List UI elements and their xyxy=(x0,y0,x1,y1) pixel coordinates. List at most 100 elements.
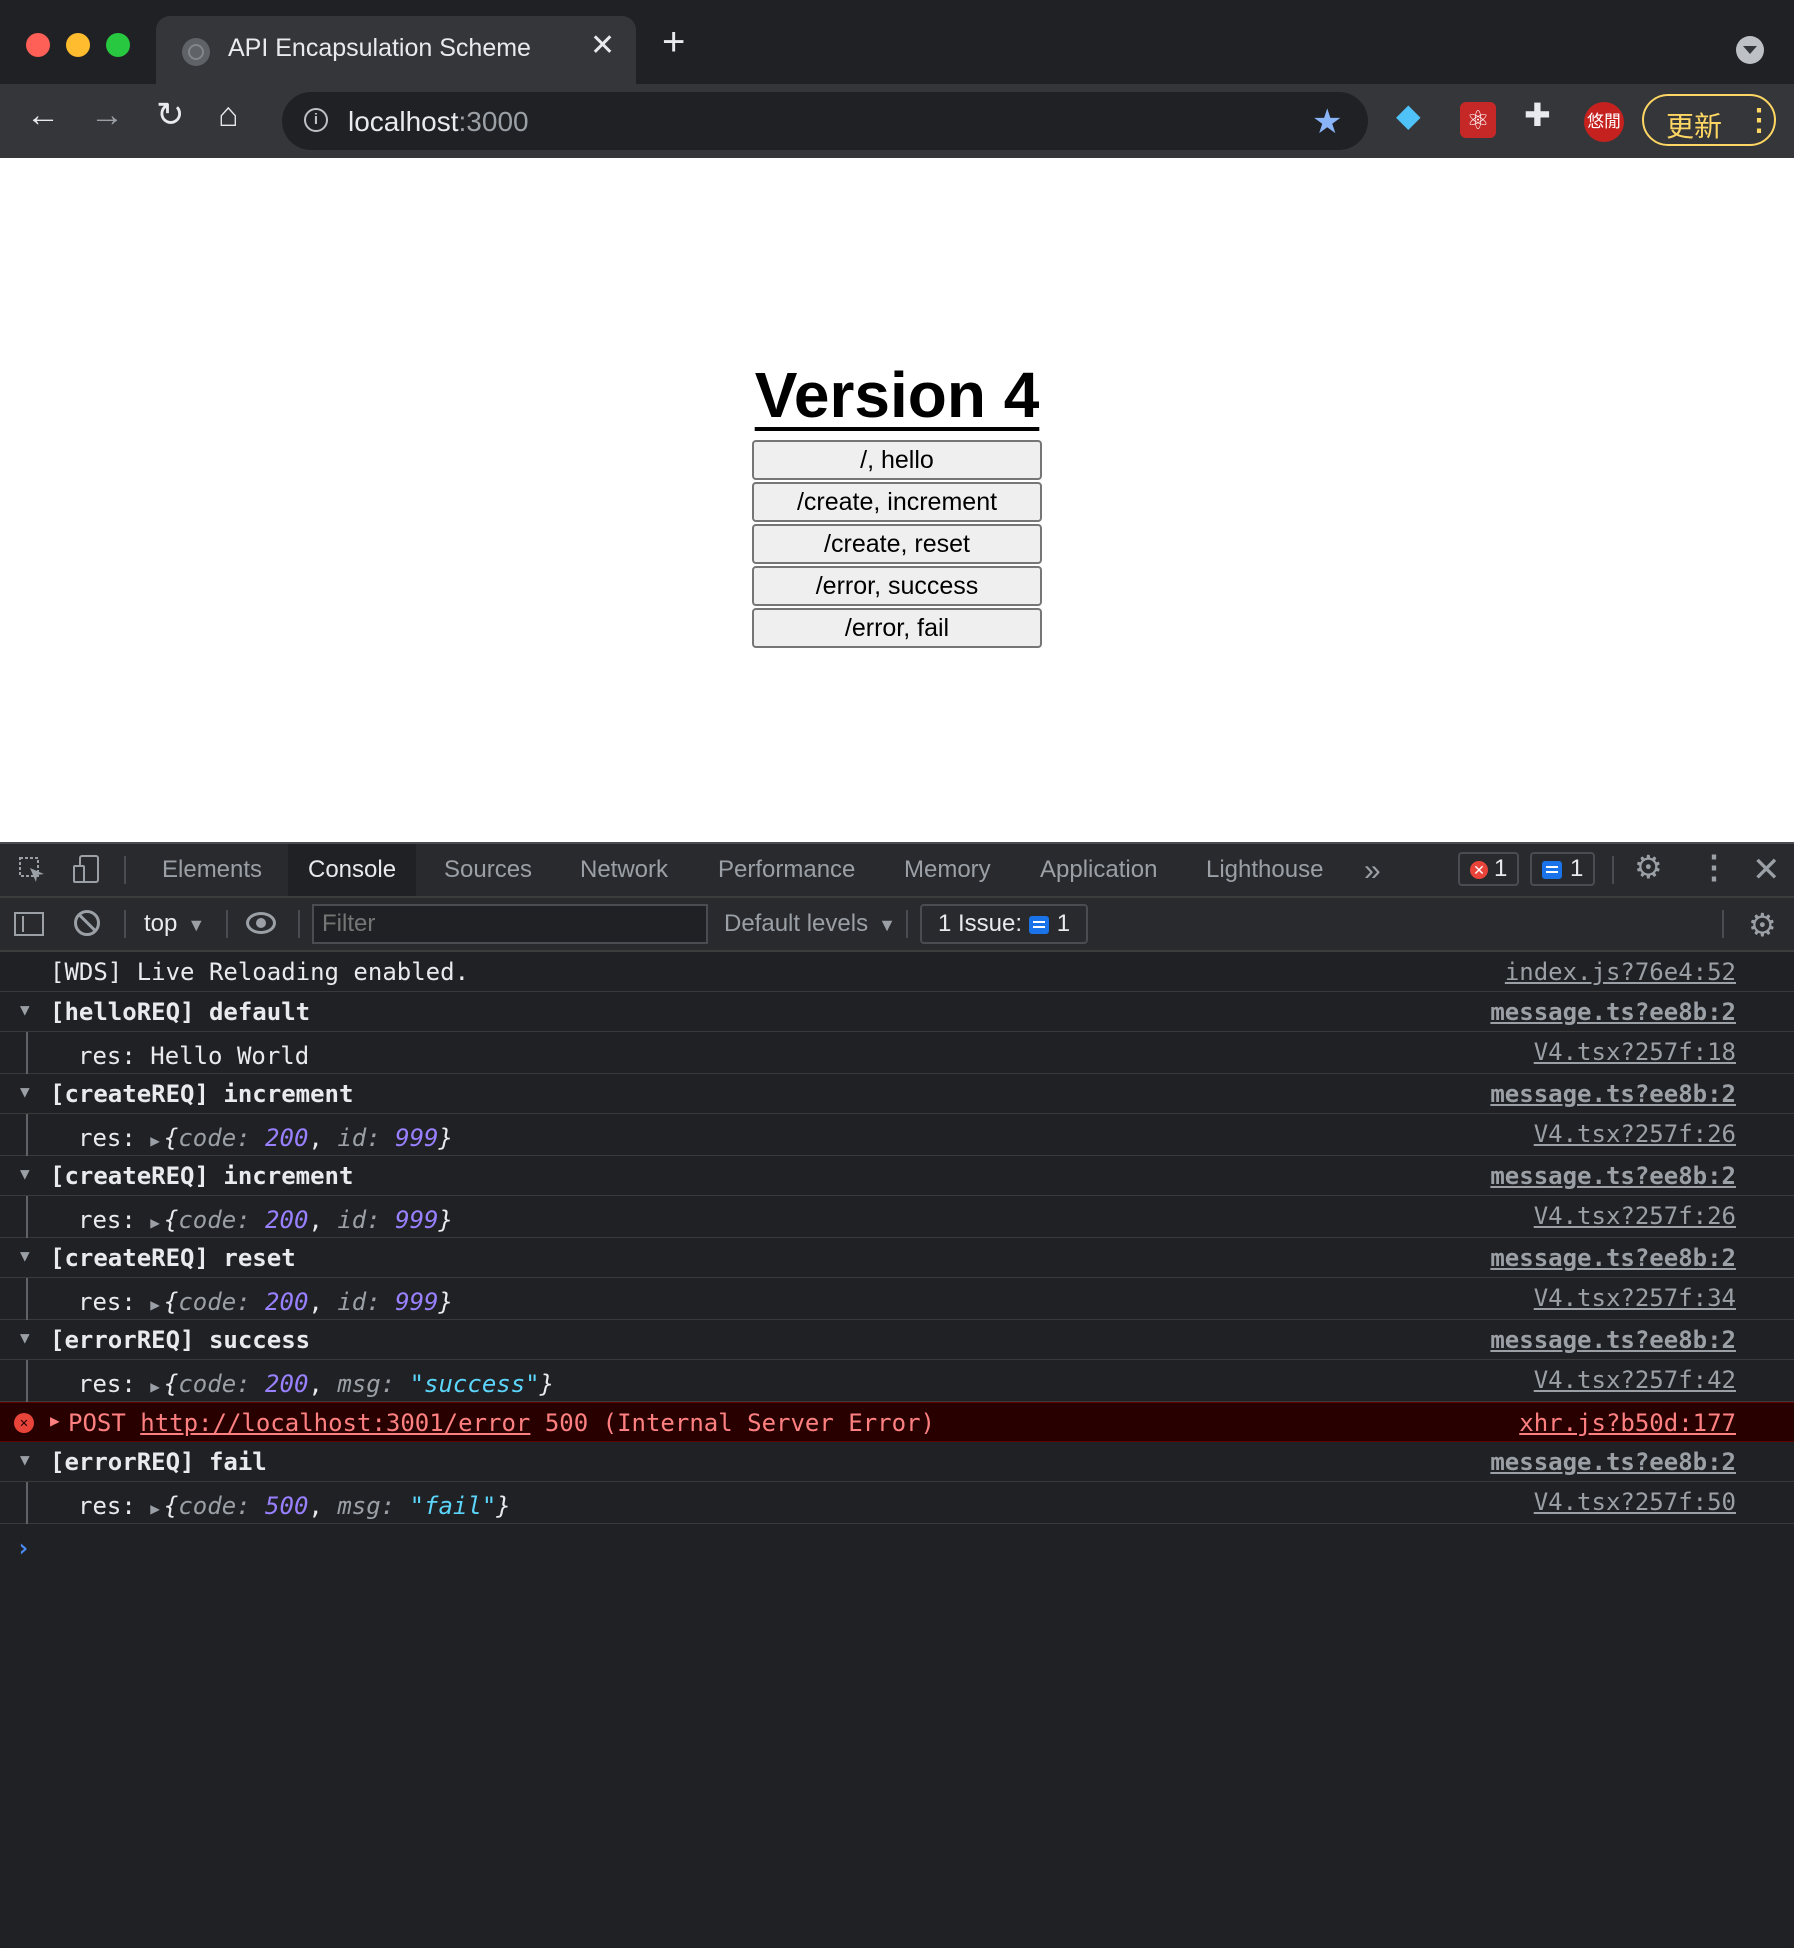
console-group-header[interactable]: ▼ [errorREQ] fail message.ts?ee8b:2 xyxy=(0,1442,1794,1482)
console-sidebar-icon[interactable] xyxy=(14,912,44,936)
filter-input[interactable] xyxy=(312,904,708,944)
tab-search-icon[interactable] xyxy=(1736,36,1764,64)
maximize-window-button[interactable] xyxy=(106,33,130,57)
tab-sources[interactable]: Sources xyxy=(424,844,552,896)
more-tabs-chevron-icon[interactable]: » xyxy=(1364,854,1381,888)
browser-window: API Encapsulation Scheme ✕ + ← → ↻ ⌂ i l… xyxy=(0,0,1794,1948)
live-expression-eye-icon[interactable] xyxy=(246,912,276,934)
console-group-header[interactable]: ▼ [createREQ] reset message.ts?ee8b:2 xyxy=(0,1238,1794,1278)
source-link[interactable]: V4.tsx?257f:26 xyxy=(1534,1202,1736,1230)
forward-arrow-icon[interactable]: → xyxy=(90,98,124,132)
create-increment-button[interactable]: /create, increment xyxy=(752,482,1042,522)
address-bar[interactable]: i localhost:3000 ★ xyxy=(282,92,1368,150)
tab-lighthouse[interactable]: Lighthouse xyxy=(1186,844,1343,896)
clear-console-icon[interactable] xyxy=(74,910,100,936)
source-link[interactable]: message.ts?ee8b:2 xyxy=(1490,998,1736,1026)
extensions-puzzle-icon[interactable]: ✚ xyxy=(1524,96,1564,136)
profile-avatar[interactable]: 悠閒 xyxy=(1584,102,1624,142)
source-link[interactable]: index.js?76e4:52 xyxy=(1505,958,1736,986)
source-link[interactable]: message.ts?ee8b:2 xyxy=(1490,1244,1736,1272)
device-toolbar-icon[interactable] xyxy=(72,854,100,884)
minimize-window-button[interactable] xyxy=(66,33,90,57)
gem-extension-icon[interactable]: ◆ xyxy=(1396,96,1436,136)
issues-button[interactable]: 1 Issue: 1 xyxy=(920,904,1089,944)
expand-triangle-icon[interactable]: ▶ xyxy=(50,1411,60,1430)
error-count-badge[interactable]: ✕ 1 xyxy=(1458,852,1520,886)
context-selector[interactable]: top ▼ xyxy=(144,910,205,938)
close-devtools-icon[interactable]: ✕ xyxy=(1752,850,1781,890)
error-success-button[interactable]: /error, success xyxy=(752,566,1042,606)
toolbar-divider xyxy=(1612,856,1614,884)
expand-object-icon[interactable]: ▶ xyxy=(150,1377,160,1396)
tab-console[interactable]: Console xyxy=(288,844,417,896)
message-count-badge[interactable]: 1 xyxy=(1530,852,1596,886)
tab-elements[interactable]: Elements xyxy=(142,844,282,896)
tab-performance[interactable]: Performance xyxy=(698,844,875,896)
browser-tab[interactable]: API Encapsulation Scheme ✕ xyxy=(156,16,636,84)
code-value: 200 xyxy=(265,1288,309,1316)
source-link[interactable]: message.ts?ee8b:2 xyxy=(1490,1162,1736,1190)
source-link[interactable]: V4.tsx?257f:34 xyxy=(1534,1284,1736,1312)
expand-object-icon[interactable]: ▶ xyxy=(150,1499,160,1518)
inspect-element-icon[interactable] xyxy=(18,856,46,884)
log-message: res: ▶ {code: 200, id: 999} xyxy=(78,1288,453,1316)
hello-button[interactable]: /, hello xyxy=(752,440,1042,480)
url-port: :3000 xyxy=(458,106,529,137)
issues-label: 1 Issue: xyxy=(938,910,1023,937)
update-button[interactable]: 更新 ⋮ xyxy=(1642,94,1776,146)
source-link[interactable]: message.ts?ee8b:2 xyxy=(1490,1326,1736,1354)
console-group-header[interactable]: ▼ [errorREQ] success message.ts?ee8b:2 xyxy=(0,1320,1794,1360)
tab-close-icon[interactable]: ✕ xyxy=(590,28,615,63)
expand-triangle-icon[interactable]: ▼ xyxy=(20,1000,30,1019)
console-log-row: res: ▶ {code: 200, id: 999} V4.tsx?257f:2… xyxy=(0,1114,1794,1156)
expand-object-icon[interactable]: ▶ xyxy=(150,1213,160,1232)
expand-object-icon[interactable]: ▶ xyxy=(150,1131,160,1150)
chevron-down-icon: ▼ xyxy=(878,915,896,935)
expand-object-icon[interactable]: ▶ xyxy=(150,1295,160,1314)
tab-network[interactable]: Network xyxy=(560,844,688,896)
console-group-header[interactable]: ▼ [createREQ] increment message.ts?ee8b:… xyxy=(0,1156,1794,1196)
react-devtools-extension-icon[interactable]: ⚛ xyxy=(1460,102,1496,138)
group-indent-line xyxy=(26,1196,28,1238)
source-link[interactable]: message.ts?ee8b:2 xyxy=(1490,1448,1736,1476)
res-prefix: res: xyxy=(78,1206,151,1234)
source-link[interactable]: xhr.js?b50d:177 xyxy=(1519,1409,1736,1437)
back-arrow-icon[interactable]: ← xyxy=(26,98,60,132)
tab-application[interactable]: Application xyxy=(1020,844,1177,896)
tab-memory[interactable]: Memory xyxy=(884,844,1011,896)
source-link[interactable]: V4.tsx?257f:26 xyxy=(1534,1120,1736,1148)
expand-triangle-icon[interactable]: ▼ xyxy=(20,1450,30,1469)
expand-triangle-icon[interactable]: ▼ xyxy=(20,1328,30,1347)
home-icon[interactable]: ⌂ xyxy=(218,98,239,132)
new-tab-button[interactable]: + xyxy=(662,22,685,62)
toolbar-divider xyxy=(124,910,126,938)
console-group-header[interactable]: ▼ [createREQ] increment message.ts?ee8b:… xyxy=(0,1074,1794,1114)
group-indent-line xyxy=(26,1360,28,1402)
menu-kebab-icon: ⋮ xyxy=(1744,104,1774,137)
expand-triangle-icon[interactable]: ▼ xyxy=(20,1082,30,1101)
error-fail-button[interactable]: /error, fail xyxy=(752,608,1042,648)
toolbar-divider xyxy=(1722,910,1724,938)
source-link[interactable]: V4.tsx?257f:50 xyxy=(1534,1488,1736,1516)
console-settings-gear-icon[interactable]: ⚙ xyxy=(1748,906,1777,944)
expand-triangle-icon[interactable]: ▼ xyxy=(20,1164,30,1183)
log-levels-dropdown[interactable]: Default levels ▼ xyxy=(724,910,896,938)
console-prompt-row[interactable]: › xyxy=(0,1524,1794,1584)
source-link[interactable]: V4.tsx?257f:18 xyxy=(1534,1038,1736,1066)
expand-triangle-icon[interactable]: ▼ xyxy=(20,1246,30,1265)
source-link[interactable]: V4.tsx?257f:42 xyxy=(1534,1366,1736,1394)
globe-icon xyxy=(182,38,210,66)
console-group-header[interactable]: ▼ [helloREQ] default message.ts?ee8b:2 xyxy=(0,992,1794,1032)
key-name: id xyxy=(337,1206,367,1234)
url-text[interactable]: localhost:3000 xyxy=(348,106,529,138)
bookmark-star-icon[interactable]: ★ xyxy=(1312,102,1342,142)
source-link[interactable]: message.ts?ee8b:2 xyxy=(1490,1080,1736,1108)
reload-icon[interactable]: ↻ xyxy=(156,98,185,132)
create-reset-button[interactable]: /create, reset xyxy=(752,524,1042,564)
console-log-row: res: ▶ {code: 200, msg: "success"} V4.tsx… xyxy=(0,1360,1794,1402)
devtools-menu-kebab-icon[interactable]: ⋮ xyxy=(1698,848,1730,886)
settings-gear-icon[interactable]: ⚙ xyxy=(1634,848,1663,886)
info-icon[interactable]: i xyxy=(304,108,328,132)
error-url-link[interactable]: http://localhost:3001/error xyxy=(140,1409,530,1437)
close-window-button[interactable] xyxy=(26,33,50,57)
